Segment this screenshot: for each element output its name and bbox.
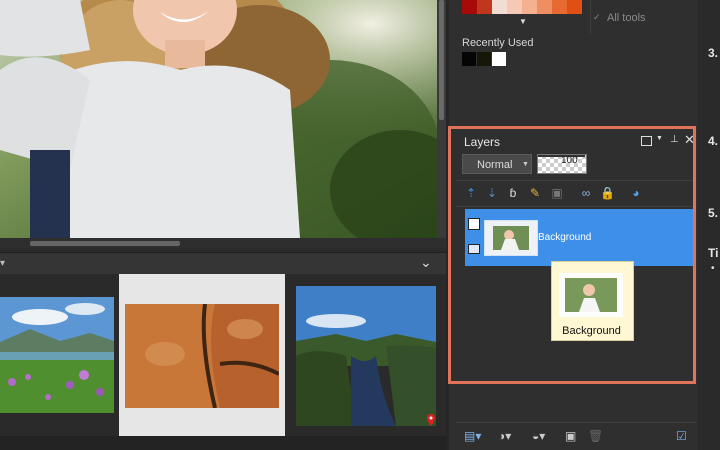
- tip-heading: Ti: [708, 246, 719, 260]
- swatch[interactable]: [477, 0, 492, 14]
- swatch[interactable]: [492, 0, 507, 14]
- swatch[interactable]: [552, 0, 567, 14]
- instructions-panel: [698, 0, 720, 450]
- layer-properties-icon[interactable]: ☑: [676, 429, 687, 443]
- main-photo-canvas[interactable]: [0, 0, 437, 238]
- swatch[interactable]: [522, 0, 537, 14]
- layers-panel-highlight: [448, 126, 696, 384]
- recently-used-label: Recently Used: [462, 37, 534, 49]
- divider: [590, 0, 591, 34]
- location-pin-icon: [427, 414, 435, 426]
- canvas-vertical-scroll-thumb[interactable]: [439, 0, 444, 120]
- thumbnail-rock[interactable]: [125, 304, 279, 408]
- new-layer-icon[interactable]: ▤▾: [464, 429, 481, 443]
- step-number: 4.: [708, 134, 719, 148]
- swatch[interactable]: [537, 0, 552, 14]
- swatch[interactable]: [507, 0, 522, 14]
- tip-bullet: •: [711, 263, 715, 274]
- chevron-down-icon[interactable]: ⌄: [420, 254, 432, 271]
- organizer-menu-icon[interactable]: ▾: [0, 258, 5, 269]
- swatch[interactable]: [567, 0, 582, 14]
- canvas-horizontal-scroll-thumb[interactable]: [30, 241, 180, 246]
- duplicate-layer-icon[interactable]: ▣: [565, 429, 576, 443]
- delete-layer-icon[interactable]: 🗑: [588, 429, 603, 443]
- organizer-header: [0, 252, 446, 275]
- adjustment-layer-icon[interactable]: ◑▾: [498, 429, 511, 443]
- recent-color[interactable]: [477, 52, 491, 66]
- step-number: 3.: [708, 46, 719, 60]
- organizer-bottom-bar: [0, 436, 446, 450]
- divider: [456, 422, 696, 423]
- step-number: 5.: [708, 206, 719, 220]
- swatch-dropdown-icon[interactable]: ▼: [519, 17, 527, 26]
- swatch[interactable]: [462, 0, 477, 14]
- mask-icon[interactable]: ◒▾: [532, 429, 545, 443]
- thumbnail-meadow[interactable]: [0, 297, 114, 413]
- recent-color[interactable]: [462, 52, 476, 66]
- materials-swatches: [462, 0, 584, 14]
- recent-color[interactable]: [492, 52, 506, 66]
- thumbnail-river[interactable]: [296, 286, 436, 426]
- checkmark-icon[interactable]: ✓: [593, 13, 601, 22]
- all-tools-label[interactable]: All tools: [607, 12, 646, 24]
